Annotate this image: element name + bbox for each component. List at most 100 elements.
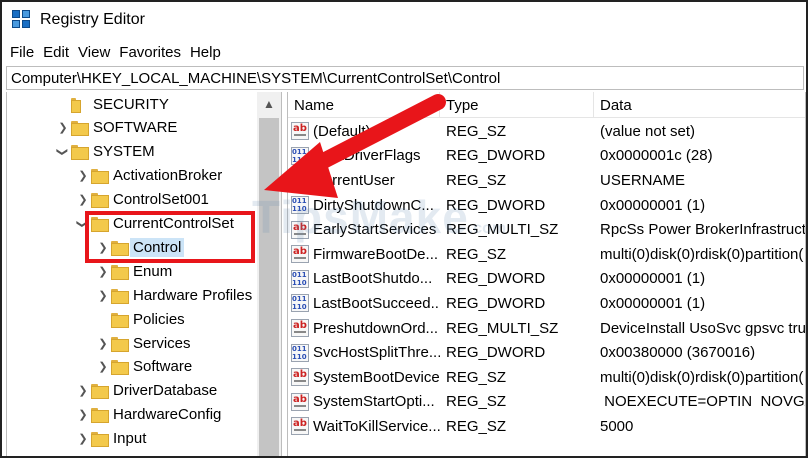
tree-item[interactable]: ❯ Software (95, 355, 192, 379)
tree-item-label: SOFTWARE (93, 119, 178, 137)
tree-item[interactable]: ❯ Hardware Profiles (95, 283, 252, 307)
menu-edit[interactable]: Edit (43, 44, 75, 61)
folder-icon (111, 312, 129, 328)
chevron-right-icon[interactable]: ❯ (75, 427, 91, 451)
scroll-up-icon[interactable]: ▲ (257, 92, 281, 116)
value-data: 0x00000001 (1) (600, 294, 706, 312)
value-name: SvcHostSplitThre... (313, 344, 440, 362)
scrollbar-thumb[interactable] (259, 118, 279, 456)
tree-item-label: Hardware Profiles (133, 286, 253, 304)
value-type: REG_MULTI_SZ (446, 319, 559, 337)
chevron-right-icon[interactable]: ❯ (95, 331, 111, 355)
value-name-cell: LastBootShutdo... (288, 267, 440, 292)
menu-file[interactable]: File (10, 44, 40, 61)
string-value-icon (291, 122, 309, 141)
tree-item-label: CurrentControlSet (113, 215, 234, 232)
chevron-right-icon[interactable]: ❯ (75, 379, 91, 403)
value-name: DirtyShutdownC... (313, 196, 434, 214)
value-name-cell: BootDriverFlags (288, 144, 440, 169)
address-bar[interactable]: Computer\HKEY_LOCAL_MACHINE\SYSTEM\Curre… (6, 66, 804, 90)
tree-item[interactable]: SECURITY (55, 92, 169, 116)
chevron-right-icon[interactable]: ❯ (95, 259, 111, 283)
value-name: SystemBootDevice (313, 368, 440, 386)
chevron-right-icon[interactable]: ❯ (95, 355, 111, 379)
key-tree-pane[interactable]: SECURITY ❯ SOFTWARE ❯ SYSTEM ❯ ActivationBroke… (6, 92, 282, 456)
column-header-data[interactable]: Data (594, 92, 805, 118)
value-data: DeviceInstall UsoSvc gpsvc tru (600, 319, 806, 337)
value-row[interactable]: LastBootSucceed... REG_DWORD 0x00000001 (1… (288, 291, 805, 316)
folder-icon (91, 384, 109, 400)
binary-value-icon (291, 269, 309, 288)
value-row[interactable]: PreshutdownOrd... REG_MULTI_SZ DeviceInsta… (288, 316, 806, 341)
tree-item[interactable]: ❯ SOFTWARE (55, 116, 177, 140)
chevron-right-icon[interactable]: ❯ (75, 188, 91, 212)
value-row[interactable]: LastBootShutdo... REG_DWORD 0x00000001 (1) (288, 267, 805, 292)
tree-item[interactable]: ❯ ControlSet001 (75, 188, 209, 212)
tree-item[interactable]: ❯ ActivationBroker (75, 164, 222, 188)
title-bar: Registry Editor (2, 2, 806, 38)
registry-editor-icon (12, 10, 32, 30)
value-data: NOEXECUTE=OPTIN NOVGA (600, 393, 806, 411)
tree-item-label: Input (113, 430, 147, 448)
tree-scrollbar[interactable]: ▲ (257, 92, 281, 456)
value-data: multi(0)disk(0)rdisk(0)partition( (600, 245, 804, 263)
menu-bar: File Edit View Favorites Help (2, 40, 230, 64)
value-row[interactable]: SystemStartOpti... REG_SZ NOEXECUTE=OPTIN… (288, 390, 806, 415)
value-type: REG_MULTI_SZ (446, 221, 559, 239)
menu-favorites[interactable]: Favorites (119, 44, 187, 61)
value-row[interactable]: SystemBootDevice REG_SZ multi(0)disk(0)rdi… (288, 365, 805, 390)
values-list-pane[interactable]: Name Type Data (Default) REG_SZ (value not… (287, 92, 806, 456)
chevron-right-icon[interactable]: ❯ (55, 116, 71, 140)
value-row[interactable]: BootDriverFlags REG_DWORD 0x0000001c (28) (288, 144, 805, 169)
tree-item[interactable]: ❯ Control (95, 235, 185, 259)
value-type: REG_SZ (446, 245, 507, 263)
string-value-icon (291, 245, 309, 264)
menu-view[interactable]: View (78, 44, 116, 61)
tree-item[interactable]: ❯ CurrentControlSet (75, 212, 234, 236)
tree-item[interactable]: ❯ SYSTEM (55, 140, 155, 164)
value-data: RpcSs Power BrokerInfrastructu (600, 221, 806, 239)
value-data: multi(0)disk(0)rdisk(0)partition( (600, 368, 804, 386)
value-type: REG_DWORD (446, 344, 546, 362)
chevron-right-icon[interactable]: ❯ (95, 235, 111, 259)
tree-item[interactable]: ❯ Enum (95, 259, 172, 283)
column-header-name[interactable]: Name (288, 92, 440, 118)
value-row[interactable]: WaitToKillService... REG_SZ 5000 (288, 414, 805, 439)
value-name-cell: CurrentUser (288, 168, 440, 193)
tree-item[interactable]: ❯ DriverDatabase (75, 379, 217, 403)
value-data: 0x00000001 (1) (600, 196, 706, 214)
value-data: (value not set) (600, 122, 696, 140)
chevron-right-icon[interactable]: ❯ (95, 283, 111, 307)
column-header-type[interactable]: Type (440, 92, 594, 118)
folder-icon (91, 217, 109, 232)
tree-item[interactable]: ❯ Input (75, 427, 146, 451)
folder-icon (111, 336, 129, 352)
binary-value-icon (291, 146, 309, 165)
value-name-cell: FirmwareBootDe... (288, 242, 440, 267)
value-row[interactable]: EarlyStartServices REG_MULTI_SZ RpcSs Powe… (288, 217, 806, 242)
value-row[interactable]: DirtyShutdownC... REG_DWORD 0x00000001 (1) (288, 193, 805, 218)
chevron-right-icon[interactable]: ❯ (75, 403, 91, 427)
value-row[interactable]: FirmwareBootDe... REG_SZ multi(0)disk(0)rd… (288, 242, 805, 267)
value-name: BootDriverFlags (313, 147, 421, 165)
value-data: 0x0000001c (28) (600, 147, 713, 165)
menu-help[interactable]: Help (190, 44, 227, 61)
string-value-icon (291, 417, 309, 436)
tree-item-label: HardwareConfig (113, 406, 222, 424)
value-row[interactable]: (Default) REG_SZ (value not set) (288, 119, 805, 144)
value-name-cell: DirtyShutdownC... (288, 193, 440, 218)
window-title: Registry Editor (40, 11, 145, 28)
tree-item-label: Enum (133, 262, 173, 280)
tree-item-label: ControlSet001 (113, 191, 209, 209)
value-type: REG_DWORD (446, 147, 546, 165)
string-value-icon (291, 319, 309, 338)
tree-item[interactable]: ❯ Services (95, 331, 191, 355)
value-row[interactable]: SvcHostSplitThre... REG_DWORD 0x00380000 (… (288, 340, 805, 365)
tree-item[interactable]: ❯ HardwareConfig (75, 403, 221, 427)
value-name: CurrentUser (313, 171, 395, 189)
folder-icon (91, 169, 109, 185)
tree-item[interactable]: Policies (95, 307, 185, 331)
value-row[interactable]: CurrentUser REG_SZ USERNAME (288, 168, 805, 193)
chevron-right-icon[interactable]: ❯ (75, 164, 91, 188)
folder-icon (71, 145, 89, 161)
